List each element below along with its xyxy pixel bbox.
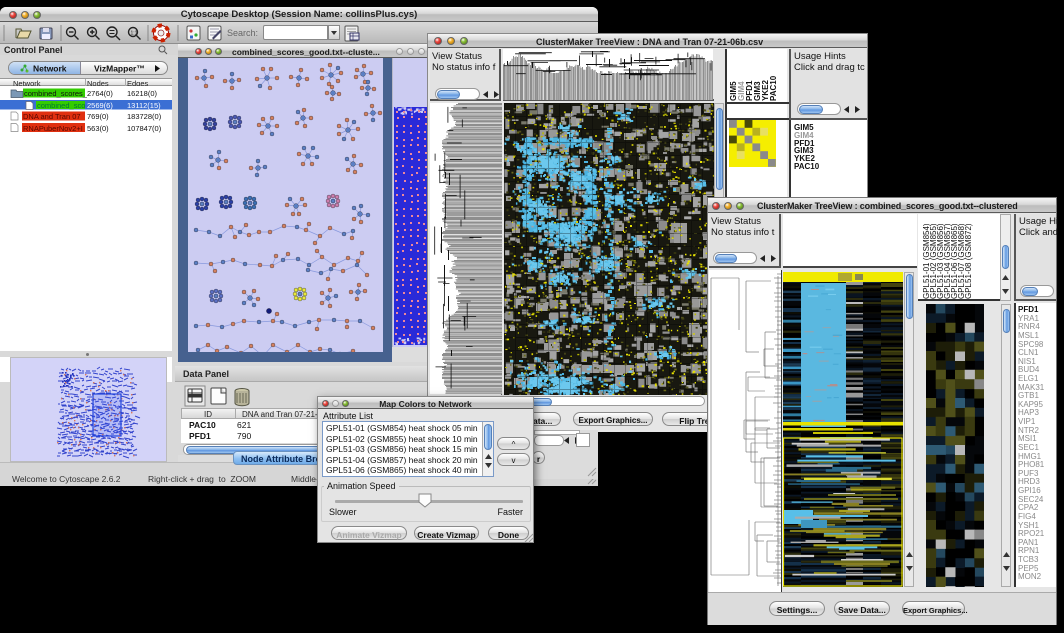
svg-text:1:1: 1:1	[131, 31, 138, 37]
svg-text:Search:: Search:	[227, 28, 258, 38]
svg-text:VizMapper™: VizMapper™	[94, 64, 145, 74]
svg-text:Network: Network	[33, 64, 67, 74]
